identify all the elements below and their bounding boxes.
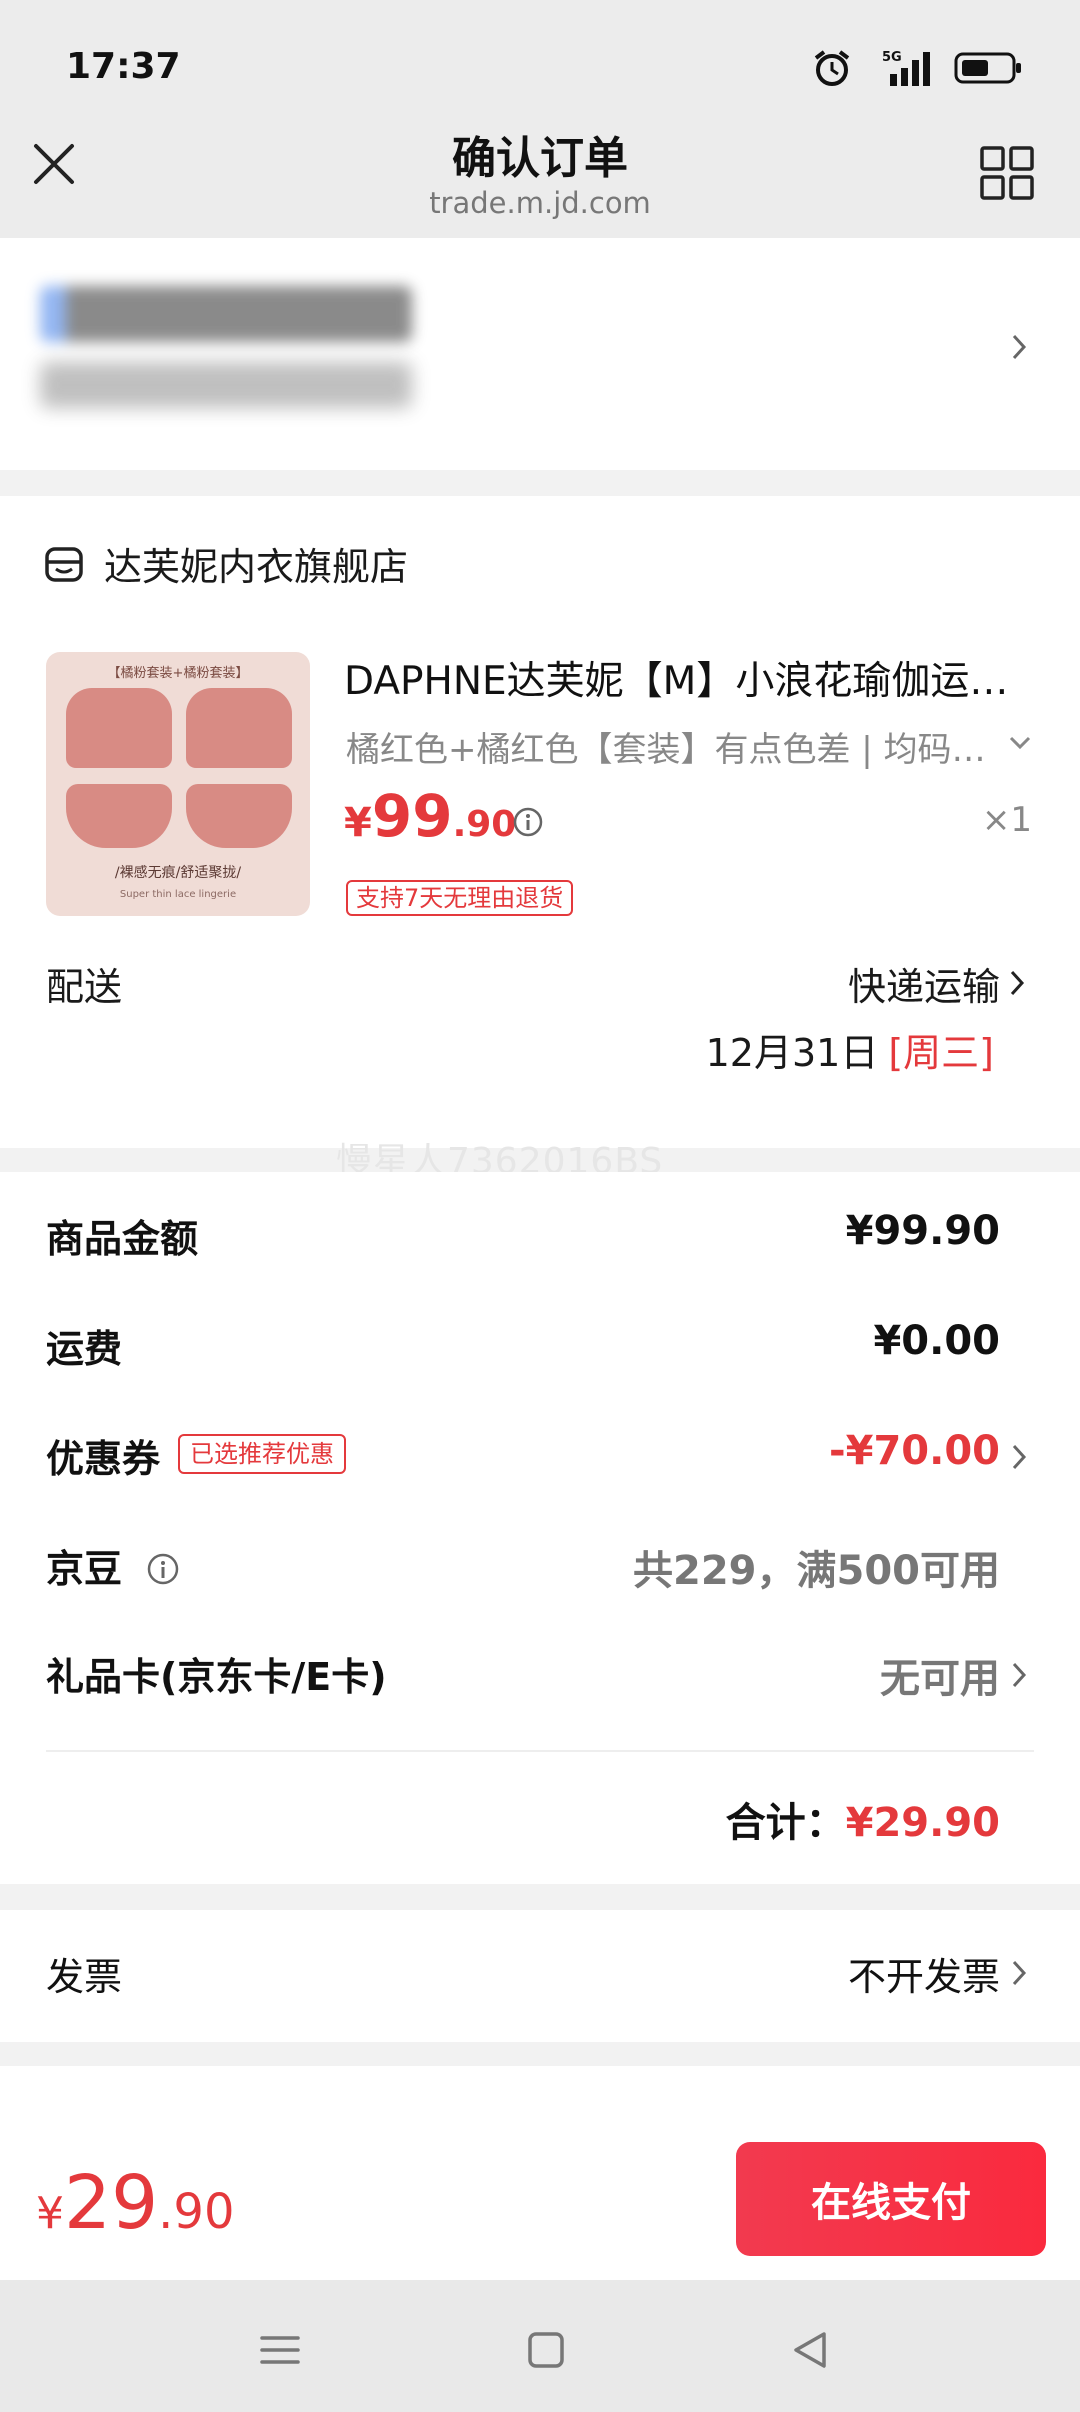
address-chevron-icon[interactable] — [1010, 332, 1028, 362]
invoice-chevron-icon[interactable] — [1010, 1958, 1028, 1988]
product-name[interactable]: DAPHNE达芙妮【M】小浪花瑜伽运动内衣 — [344, 650, 1024, 706]
price-summary-card — [0, 1172, 1080, 1884]
grid-icon[interactable] — [980, 146, 1034, 200]
info-icon[interactable] — [146, 1552, 180, 1586]
coupon-label: 优惠券 — [46, 1437, 161, 1481]
product-quantity: ×1 — [981, 800, 1032, 840]
gift-card-value: 无可用 — [880, 1656, 1000, 1702]
price-symbol: ¥ — [344, 800, 372, 846]
coupon-value: -¥70.00 — [829, 1428, 1000, 1474]
signal-icon: 5G — [882, 50, 930, 86]
price-decimal: .90 — [452, 804, 517, 845]
delivery-date[interactable]: 12月31日 [周三] — [706, 1022, 994, 1077]
shipping-row: 运费 ¥0.00 — [0, 1318, 1080, 1378]
system-nav-bar — [0, 2280, 1080, 2412]
next-section-card — [0, 2066, 1080, 2126]
delivery-label: 配送 — [46, 965, 123, 1009]
address-card[interactable] — [0, 238, 1080, 470]
thumb-bottom-label: /裸感无痕/舒适聚拢/ — [114, 865, 242, 881]
page-url: trade.m.jd.com — [429, 186, 651, 220]
checkout-price-integer: 29 — [64, 2160, 159, 2246]
svg-text:5G: 5G — [882, 50, 902, 65]
status-icons: 5G — [812, 48, 1024, 88]
page-title: 确认订单 — [452, 133, 628, 184]
back-icon[interactable] — [780, 2320, 840, 2380]
product-spec[interactable]: 橘红色+橘红色【套装】有点色差 | 均码（80-130斤） — [346, 722, 1006, 771]
return-policy-badge: 支持7天无理由退货 — [346, 880, 574, 916]
divider — [46, 1750, 1034, 1752]
coupon-chevron-icon[interactable] — [1010, 1442, 1028, 1472]
header: 确认订单 trade.m.jd.com — [0, 110, 1080, 238]
jd-beans-value: 共229，满500可用 — [633, 1548, 1000, 1594]
gift-card-chevron-icon[interactable] — [1010, 1660, 1028, 1690]
address-name-blurred — [40, 286, 412, 342]
chevron-down-icon[interactable] — [1008, 734, 1032, 752]
coupon-row[interactable]: 优惠券 已选推荐优惠 -¥70.00 — [0, 1428, 1080, 1488]
thumb-sub-label: Super thin lace lingerie — [119, 889, 237, 900]
info-icon[interactable] — [512, 806, 544, 838]
total-label: 合计： — [725, 1800, 846, 1846]
checkout-price-decimal: .90 — [158, 2184, 235, 2240]
product-price: ¥99.90 — [344, 782, 516, 850]
gift-card-row[interactable]: 礼品卡(京东卡/E卡) 无可用 — [0, 1646, 1080, 1706]
store-name[interactable]: 达芙妮内衣旗舰店 — [104, 536, 408, 591]
delivery-date-text: 12月31日 — [705, 1031, 879, 1075]
jd-beans-row: 京豆 共229，满500可用 — [0, 1538, 1080, 1598]
total-value: ¥29.90 — [845, 1800, 1000, 1846]
shipping-label: 运费 — [46, 1327, 123, 1371]
delivery-method[interactable]: 快递运输 — [848, 956, 1000, 1011]
goods-amount-row: 商品金额 ¥99.90 — [0, 1208, 1080, 1268]
thumb-top-label: 【橘粉套装+橘粉套装】 — [107, 666, 249, 681]
thumb-bra-2 — [186, 688, 292, 768]
pay-online-button[interactable]: 在线支付 — [736, 2142, 1046, 2256]
thumb-bra-1 — [66, 688, 172, 768]
checkout-price-symbol: ¥ — [36, 2188, 64, 2239]
invoice-value[interactable]: 不开发票 — [848, 1946, 1000, 2001]
status-time: 17:37 — [66, 46, 181, 87]
jd-beans-label: 京豆 — [46, 1547, 123, 1591]
battery-icon — [954, 52, 1021, 84]
goods-amount-label: 商品金额 — [46, 1217, 199, 1261]
store-icon — [45, 547, 83, 582]
address-detail-blurred — [40, 362, 412, 408]
gift-card-label: 礼品卡(京东卡/E卡) — [46, 1655, 387, 1699]
price-integer: 99 — [371, 782, 453, 850]
thumb-brief-1 — [66, 784, 172, 848]
shipping-value: ¥0.00 — [873, 1318, 1000, 1364]
coupon-badge: 已选推荐优惠 — [178, 1434, 346, 1474]
alarm-icon — [814, 50, 850, 86]
home-icon[interactable] — [516, 2320, 576, 2380]
delivery-weekday: [周三] — [888, 1031, 994, 1075]
goods-amount-value: ¥99.90 — [845, 1208, 1000, 1254]
invoice-label: 发票 — [46, 1955, 123, 1999]
thumb-brief-2 — [186, 784, 292, 848]
delivery-chevron-icon[interactable] — [1008, 968, 1026, 998]
checkout-price: ¥29.90 — [36, 2160, 235, 2246]
product-image[interactable]: 【橘粉套装+橘粉套装】 /裸感无痕/舒适聚拢/ Super thin lace … — [46, 652, 310, 916]
order-total: 合计：¥29.90 — [726, 1790, 1000, 1848]
menu-icon[interactable] — [250, 2320, 310, 2380]
